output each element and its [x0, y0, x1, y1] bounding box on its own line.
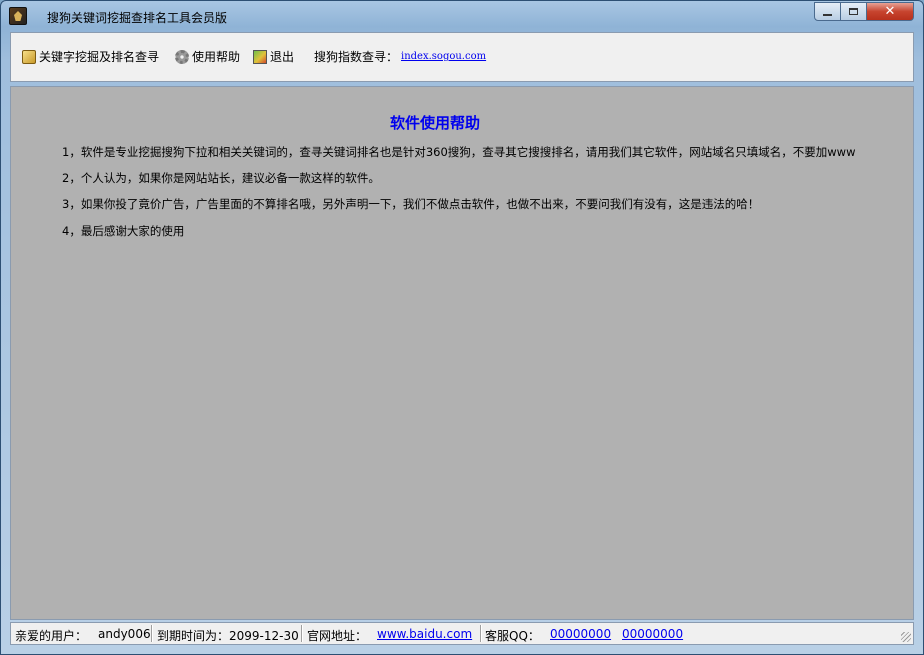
- sogou-index-link[interactable]: index.sogou.com: [401, 51, 486, 62]
- window-title: 搜狗关键词挖掘查排名工具会员版: [47, 11, 228, 25]
- close-button[interactable]: ✕: [866, 2, 914, 21]
- exit-label: 退出: [270, 50, 295, 64]
- user-label: 亲爱的用户：: [15, 629, 88, 643]
- minimize-button[interactable]: [814, 2, 841, 21]
- user-name: andy006: [98, 627, 151, 641]
- resize-grip[interactable]: [901, 632, 911, 642]
- help-button[interactable]: 使用帮助: [175, 48, 240, 65]
- expire-date: 到期时间为：2099-12-30: [157, 629, 299, 643]
- exit-icon: [253, 49, 267, 64]
- qq-label: 客服QQ：: [485, 629, 540, 643]
- key-icon: [22, 49, 36, 64]
- close-icon: ✕: [884, 4, 896, 19]
- help-line-3: 3，如果你投了竟价广告，广告里面的不算排名哦，另外声明一下，我们不做点击软件，也…: [62, 197, 760, 211]
- site-label: 官网地址：: [307, 629, 368, 643]
- qq-link-2[interactable]: 00000000: [622, 627, 683, 641]
- help-line-4: 4，最后感谢大家的使用: [62, 224, 185, 238]
- help-label: 使用帮助: [192, 50, 241, 64]
- status-bar: 亲爱的用户： andy006 到期时间为：2099-12-30 官网地址： ww…: [10, 622, 914, 645]
- status-divider: [301, 625, 303, 642]
- title-bar[interactable]: 搜狗关键词挖掘查排名工具会员版 ✕: [1, 1, 923, 31]
- qq-link-1[interactable]: 00000000: [550, 627, 611, 641]
- app-window: 搜狗关键词挖掘查排名工具会员版 ✕ 关键字挖掘及排名查寻 使用帮助 退出 搜狗指…: [0, 0, 924, 655]
- keyword-mining-label: 关键字挖掘及排名查寻: [39, 50, 160, 64]
- keyword-mining-button[interactable]: 关键字挖掘及排名查寻: [22, 48, 159, 65]
- help-line-2: 2，个人认为，如果你是网站站长，建议必备一款这样的软件。: [62, 171, 380, 185]
- help-panel: 软件使用帮助 1，软件是专业挖掘搜狗下拉和相关关键词的，查寻关键词排名也是针对3…: [10, 86, 914, 620]
- app-logo-icon: [9, 7, 27, 25]
- help-title: 软件使用帮助: [389, 114, 480, 132]
- help-line-1: 1，软件是专业挖掘搜狗下拉和相关关键词的，查寻关键词排名也是针对360搜狗，查寻…: [62, 145, 856, 159]
- minimize-icon: [823, 13, 832, 16]
- exit-button[interactable]: 退出: [253, 48, 294, 65]
- gear-icon: [175, 49, 189, 64]
- toolbar: 关键字挖掘及排名查寻 使用帮助 退出 搜狗指数查寻： index.sogou.c…: [10, 32, 914, 82]
- sogou-index: 搜狗指数查寻： index.sogou.com: [314, 48, 486, 65]
- status-divider: [151, 625, 153, 642]
- maximize-icon: [849, 8, 858, 15]
- status-divider: [480, 625, 482, 642]
- site-link[interactable]: www.baidu.com: [377, 627, 472, 641]
- sogou-index-label: 搜狗指数查寻：: [314, 50, 399, 64]
- maximize-button[interactable]: [840, 2, 867, 21]
